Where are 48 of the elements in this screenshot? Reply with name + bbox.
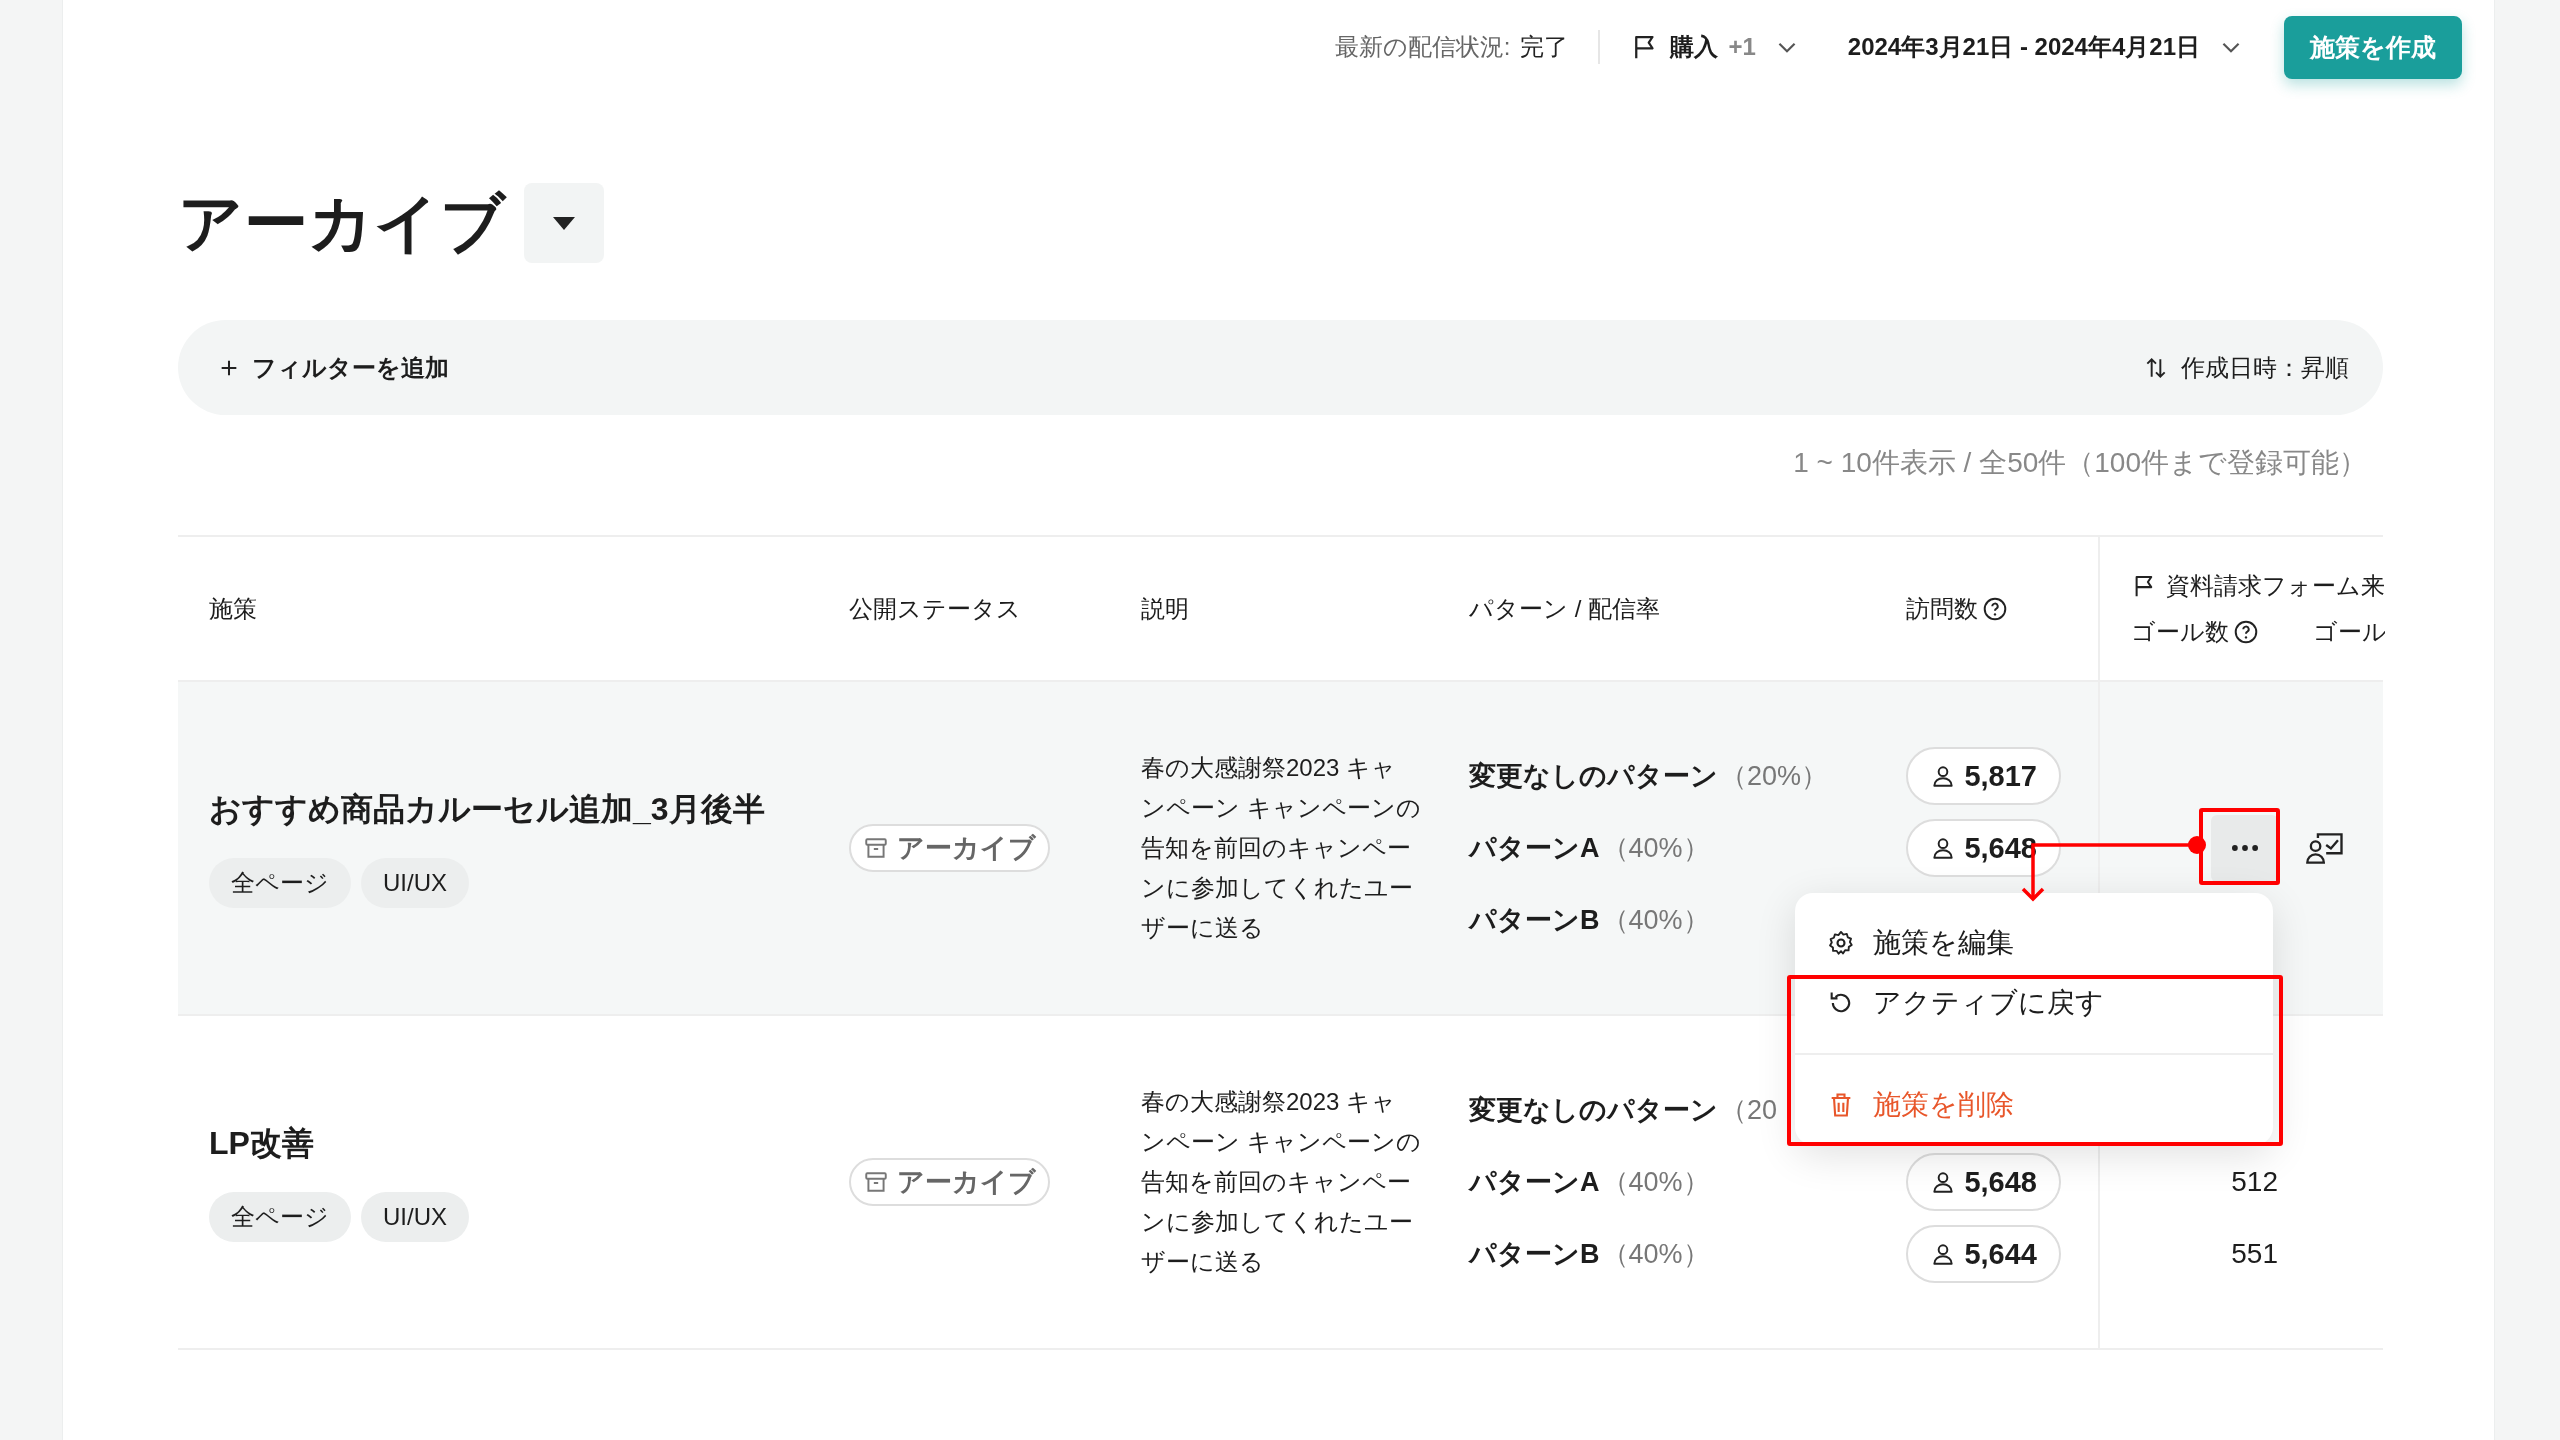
settings-icon: [1827, 929, 1855, 957]
visits-badge: 5,644: [1906, 1225, 2061, 1283]
date-range-selector[interactable]: 2024年3月21日 - 2024年4月21日: [1847, 31, 2244, 63]
pattern-label: 変更なしのパターン（20: [1469, 1094, 1778, 1127]
description: 春の大感謝祭2023 キャンペーン キャンペーンの告知を前回のキャンペーンに参加してくれたユーザーに送る: [1141, 753, 1421, 943]
report-icon[interactable]: [2306, 831, 2344, 865]
column-header: 説明: [1141, 593, 1189, 624]
tag: 全ページ: [209, 1192, 351, 1242]
pattern-label: 変更なしのパターン（20%）: [1469, 760, 1829, 793]
pattern-label: パターンA（40%）: [1469, 1166, 1710, 1199]
visits-badge: 5,817: [1906, 747, 2061, 805]
description: 春の大感謝祭2023 キャンペーン キャンペーンの告知を前回のキャンペーンに参加してくれたユーザーに送る: [1141, 1087, 1421, 1277]
more-button[interactable]: [2211, 814, 2278, 882]
column-header: 訪問数: [1906, 593, 1978, 624]
menu-item[interactable]: 施策を削除: [1795, 1075, 2273, 1135]
goal-count: 512: [2231, 1166, 2278, 1198]
column-header: 施策: [209, 593, 257, 624]
pattern-label: パターンA（40%）: [1469, 832, 1710, 865]
visits-badge: 5,648: [1906, 1153, 2061, 1211]
tag: UI/UX: [361, 858, 469, 908]
column-header: ゴール数: [2131, 616, 2229, 647]
archive-icon: [863, 835, 889, 861]
campaign-name[interactable]: おすすめ商品カルーセル追加_3月後半: [209, 788, 831, 832]
status-badge: アーカイブ: [849, 1158, 1050, 1206]
goal-selector[interactable]: 購入 +1: [1630, 31, 1800, 63]
tag: UI/UX: [361, 1192, 469, 1242]
pattern-label: パターンB（40%）: [1469, 1238, 1710, 1271]
visits-badge: 5,648: [1906, 819, 2061, 877]
title-dropdown-button[interactable]: [524, 183, 604, 263]
column-header: 公開ステータス: [849, 593, 1021, 624]
delivery-status-label: 最新の配信状況:: [1334, 32, 1511, 62]
column-header: パターン / 配信率: [1469, 593, 1660, 624]
status-badge: アーカイブ: [849, 824, 1050, 872]
more-icon: [2231, 845, 2258, 851]
goal-group-header: 資料請求フォーム来: [2166, 570, 2385, 601]
tag: 全ページ: [209, 858, 351, 908]
campaign-name[interactable]: LP改善: [209, 1122, 831, 1166]
goal-count: 551: [2231, 1238, 2278, 1270]
sort-button[interactable]: 作成日時：昇順: [2143, 351, 2349, 384]
archive-icon: [863, 1169, 889, 1195]
result-count: 1 ~ 10件表示 / 全50件（100件まで登録可能）: [1792, 446, 2368, 480]
pattern-label: パターンB（40%）: [1469, 904, 1710, 937]
menu-item[interactable]: 施策を編集: [1795, 913, 2273, 973]
delivery-status-value: 完了: [1520, 32, 1569, 62]
menu-item[interactable]: アクティブに戻す: [1795, 973, 2273, 1033]
caret-icon: [553, 216, 575, 230]
page-title: アーカイブ: [178, 185, 506, 261]
add-filter-button[interactable]: フィルターを追加: [218, 351, 449, 384]
